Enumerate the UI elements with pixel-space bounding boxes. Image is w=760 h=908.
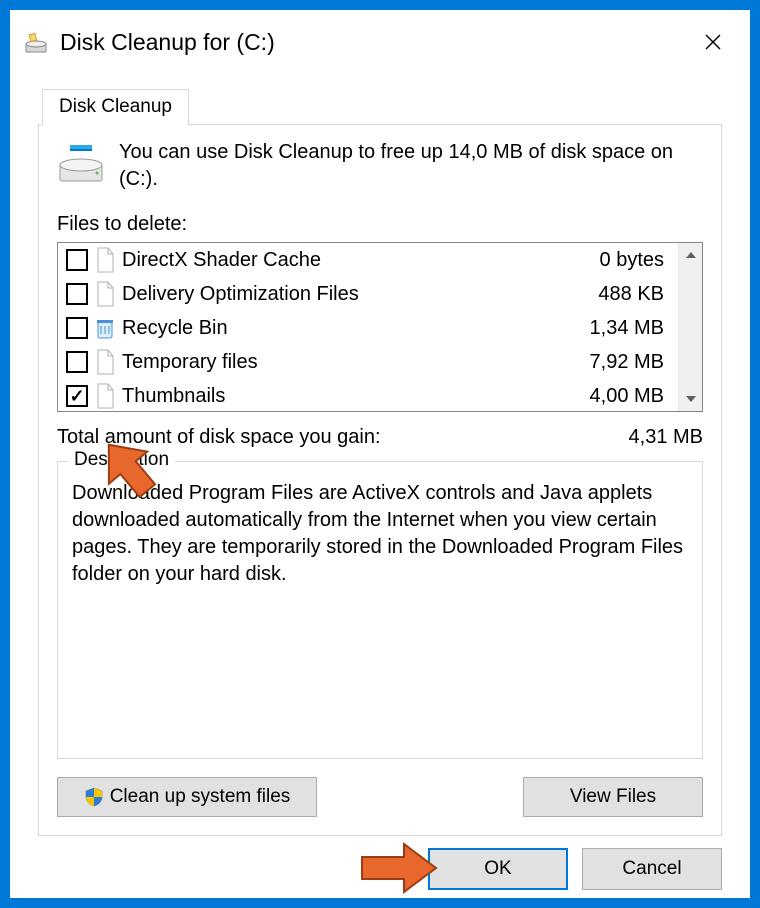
titlebar: Disk Cleanup for (C:): [10, 10, 750, 70]
scroll-up-button[interactable]: [679, 243, 702, 267]
file-size: 7,92 MB: [590, 351, 672, 374]
description-text: Downloaded Program Files are ActiveX con…: [72, 480, 688, 588]
checkbox[interactable]: [66, 351, 88, 373]
description-label: Description: [68, 449, 175, 471]
cancel-label: Cancel: [622, 858, 681, 880]
file-row[interactable]: Recycle Bin1,34 MB: [58, 311, 678, 345]
total-value: 4,31 MB: [629, 426, 703, 449]
description-group: Description Downloaded Program Files are…: [57, 461, 703, 759]
checkbox[interactable]: [66, 385, 88, 407]
close-button[interactable]: [690, 26, 736, 58]
total-row: Total amount of disk space you gain: 4,3…: [57, 426, 703, 449]
drive-icon: [57, 139, 105, 187]
view-files-button[interactable]: View Files: [523, 777, 703, 817]
tab-strip: Disk Cleanup: [42, 88, 750, 125]
file-name: DirectX Shader Cache: [122, 249, 600, 272]
disk-cleanup-dialog: Disk Cleanup for (C:) Disk Cleanup Yo: [10, 10, 750, 898]
checkbox[interactable]: [66, 249, 88, 271]
file-size: 0 bytes: [600, 249, 672, 272]
file-row[interactable]: Temporary files7,92 MB: [58, 345, 678, 379]
disk-cleanup-icon: [24, 30, 48, 54]
tab-disk-cleanup[interactable]: Disk Cleanup: [42, 89, 189, 126]
tab-content: You can use Disk Cleanup to free up 14,0…: [38, 125, 722, 836]
file-icon: [94, 348, 116, 376]
total-label: Total amount of disk space you gain:: [57, 426, 629, 449]
scroll-track[interactable]: [679, 267, 702, 387]
checkbox[interactable]: [66, 283, 88, 305]
file-size: 4,00 MB: [590, 385, 672, 408]
cleanup-system-files-label: Clean up system files: [110, 786, 291, 808]
scroll-down-button[interactable]: [679, 387, 702, 411]
view-files-label: View Files: [570, 786, 656, 808]
file-icon: [94, 382, 116, 410]
files-to-delete-label: Files to delete:: [57, 213, 703, 236]
file-size: 488 KB: [598, 283, 672, 306]
file-list: DirectX Shader Cache0 bytesDelivery Opti…: [57, 242, 703, 412]
ok-label: OK: [484, 858, 511, 880]
cleanup-system-files-button[interactable]: Clean up system files: [57, 777, 317, 817]
file-row[interactable]: Thumbnails4,00 MB: [58, 379, 678, 411]
close-icon: [705, 34, 721, 50]
recycle-bin-icon: [94, 314, 116, 342]
ok-button[interactable]: OK: [428, 848, 568, 890]
cancel-button[interactable]: Cancel: [582, 848, 722, 890]
scrollbar[interactable]: [678, 243, 702, 411]
file-name: Recycle Bin: [122, 317, 590, 340]
file-name: Thumbnails: [122, 385, 590, 408]
dialog-buttons: OK Cancel: [10, 836, 750, 898]
file-icon: [94, 280, 116, 308]
file-size: 1,34 MB: [590, 317, 672, 340]
file-icon: [94, 246, 116, 274]
shield-icon: [84, 787, 104, 807]
window-title: Disk Cleanup for (C:): [60, 29, 690, 56]
checkbox[interactable]: [66, 317, 88, 339]
file-row[interactable]: Delivery Optimization Files488 KB: [58, 277, 678, 311]
file-row[interactable]: DirectX Shader Cache0 bytes: [58, 243, 678, 277]
file-name: Temporary files: [122, 351, 590, 374]
intro-text: You can use Disk Cleanup to free up 14,0…: [119, 139, 703, 193]
file-name: Delivery Optimization Files: [122, 283, 598, 306]
